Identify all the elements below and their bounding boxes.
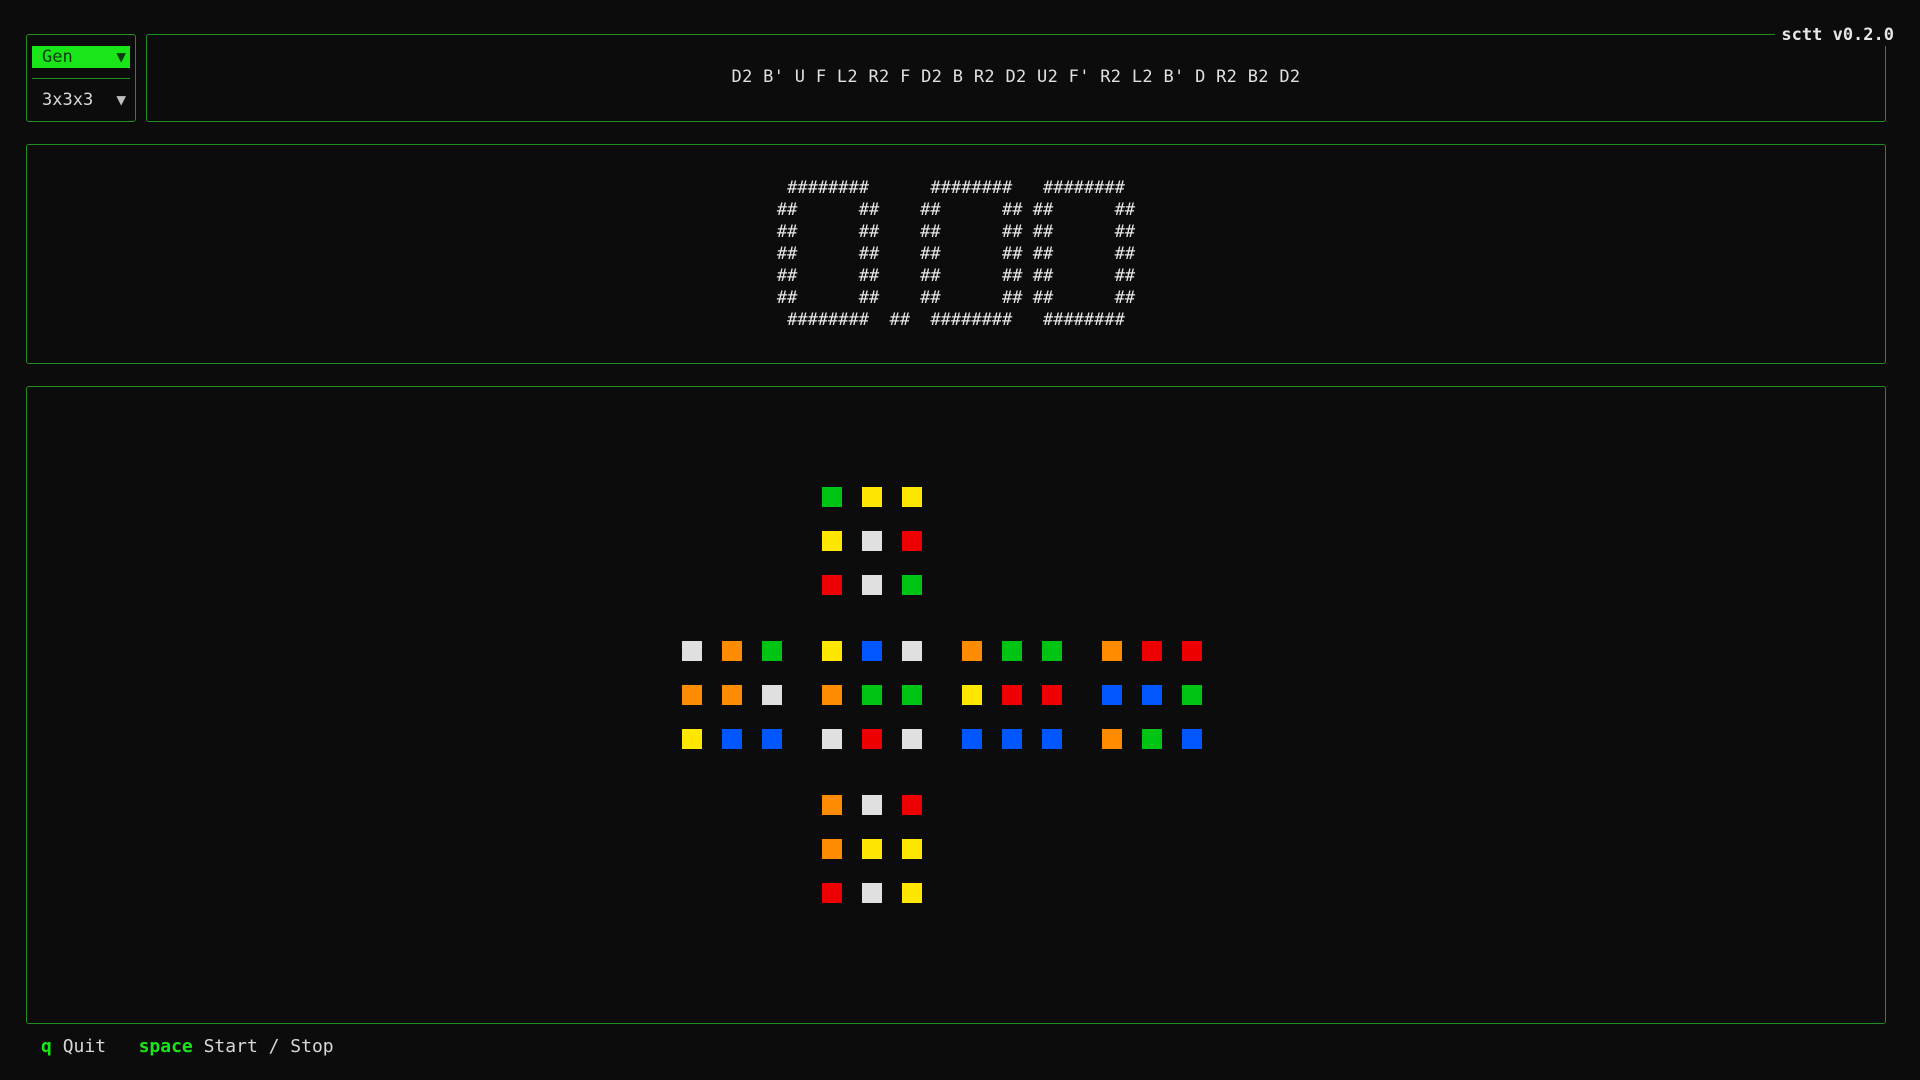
sticker-top-1-2 — [902, 531, 922, 551]
sticker-bottom-0-2 — [902, 795, 922, 815]
sticker-top-2-2 — [902, 575, 922, 595]
sticker-left-2-1 — [722, 729, 742, 749]
sticker-right-1-2 — [1042, 685, 1062, 705]
scramble-text: D2 B' U F L2 R2 F D2 B R2 D2 U2 F' R2 L2… — [731, 67, 1301, 87]
sticker-right-0-1 — [1002, 641, 1022, 661]
footer-keybindings: q Quit space Start / Stop — [41, 1036, 334, 1058]
puzzle-select[interactable]: 3x3x3 ▼ — [32, 89, 130, 111]
selector-panel: Gen ▼ 3x3x3 ▼ — [26, 34, 136, 122]
sticker-bottom-1-1 — [862, 839, 882, 859]
sticker-back-0-2 — [1182, 641, 1202, 661]
sticker-right-0-0 — [962, 641, 982, 661]
sticker-bottom-2-0 — [822, 883, 842, 903]
sticker-back-1-0 — [1102, 685, 1122, 705]
sticker-back-0-1 — [1142, 641, 1162, 661]
sticker-bottom-1-2 — [902, 839, 922, 859]
sticker-right-2-1 — [1002, 729, 1022, 749]
sticker-left-2-2 — [762, 729, 782, 749]
sticker-bottom-2-1 — [862, 883, 882, 903]
sticker-left-2-0 — [682, 729, 702, 749]
quit-label: Quit — [62, 1036, 107, 1057]
sticker-top-0-2 — [902, 487, 922, 507]
sticker-front-0-0 — [822, 641, 842, 661]
quit-key[interactable]: q — [41, 1036, 52, 1057]
sticker-front-2-2 — [902, 729, 922, 749]
sticker-left-1-2 — [762, 685, 782, 705]
sticker-front-1-2 — [902, 685, 922, 705]
sticker-back-2-0 — [1102, 729, 1122, 749]
sticker-back-1-1 — [1142, 685, 1162, 705]
timer-panel: ######## ######## ######## ## ## ## ## #… — [26, 144, 1886, 364]
sticker-bottom-0-1 — [862, 795, 882, 815]
sticker-front-1-0 — [822, 685, 842, 705]
mode-select-value: Gen — [42, 47, 73, 67]
sticker-back-2-1 — [1142, 729, 1162, 749]
selector-divider — [32, 78, 130, 79]
sticker-right-1-1 — [1002, 685, 1022, 705]
sticker-front-2-0 — [822, 729, 842, 749]
sticker-top-2-1 — [862, 575, 882, 595]
sticker-bottom-2-2 — [902, 883, 922, 903]
sticker-top-1-1 — [862, 531, 882, 551]
sticker-back-1-2 — [1182, 685, 1202, 705]
start-stop-key[interactable]: space — [139, 1036, 193, 1057]
sticker-left-1-0 — [682, 685, 702, 705]
sticker-left-1-1 — [722, 685, 742, 705]
chevron-down-icon: ▼ — [116, 47, 126, 66]
sticker-right-2-2 — [1042, 729, 1062, 749]
sticker-front-0-1 — [862, 641, 882, 661]
sticker-top-2-0 — [822, 575, 842, 595]
sticker-bottom-1-0 — [822, 839, 842, 859]
start-stop-label: Start / Stop — [203, 1036, 334, 1057]
sticker-right-1-0 — [962, 685, 982, 705]
sticker-left-0-2 — [762, 641, 782, 661]
sticker-left-0-0 — [682, 641, 702, 661]
puzzle-select-value: 3x3x3 — [42, 90, 94, 110]
sticker-back-2-2 — [1182, 729, 1202, 749]
sticker-front-1-1 — [862, 685, 882, 705]
sticker-top-0-0 — [822, 487, 842, 507]
sticker-bottom-0-0 — [822, 795, 842, 815]
cube-panel — [26, 386, 1886, 1024]
app-version: sctt v0.2.0 — [1775, 24, 1900, 46]
sticker-right-2-0 — [962, 729, 982, 749]
sticker-front-2-1 — [862, 729, 882, 749]
chevron-down-icon: ▼ — [116, 90, 126, 109]
sticker-left-0-1 — [722, 641, 742, 661]
sticker-right-0-2 — [1042, 641, 1062, 661]
timer-display: ######## ######## ######## ## ## ## ## #… — [776, 178, 1136, 330]
sticker-back-0-0 — [1102, 641, 1122, 661]
mode-select[interactable]: Gen ▼ — [32, 46, 130, 68]
sticker-top-0-1 — [862, 487, 882, 507]
sticker-front-0-2 — [902, 641, 922, 661]
scramble-panel: D2 B' U F L2 R2 F D2 B R2 D2 U2 F' R2 L2… — [146, 34, 1886, 122]
sticker-top-1-0 — [822, 531, 842, 551]
cube-net — [27, 387, 1887, 1025]
